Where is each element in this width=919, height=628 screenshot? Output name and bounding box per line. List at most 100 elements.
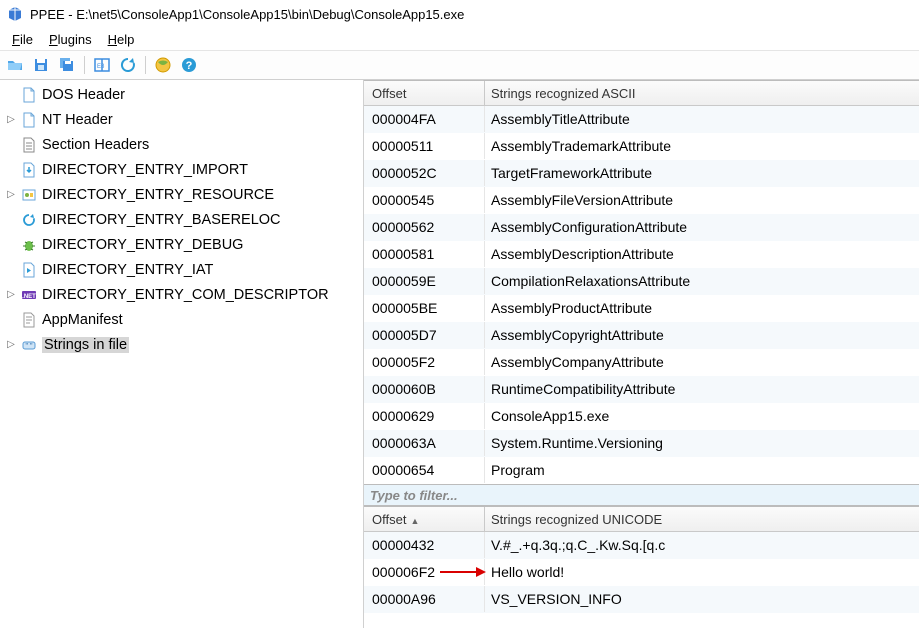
- tree-item-directory-entry-import[interactable]: ▷DIRECTORY_ENTRY_IMPORT: [0, 157, 363, 182]
- tree-item-directory-entry-resource[interactable]: ▷ DIRECTORY_ENTRY_RESOURCE: [0, 182, 363, 207]
- cell-offset: 00000562: [364, 219, 484, 235]
- cell-string: AssemblyCopyrightAttribute: [485, 327, 919, 343]
- table-row[interactable]: 000005D7AssemblyCopyrightAttribute: [364, 322, 919, 349]
- table-row[interactable]: 0000052CTargetFrameworkAttribute: [364, 160, 919, 187]
- menu-file[interactable]: File: [4, 30, 41, 49]
- table-row[interactable]: 000005F2AssemblyCompanyAttribute: [364, 349, 919, 376]
- menu-plugins[interactable]: Plugins: [41, 30, 100, 49]
- svg-text:E8: E8: [97, 64, 105, 70]
- svg-text:?: ?: [186, 60, 193, 72]
- save-icon[interactable]: [30, 54, 52, 76]
- right-pane: Offset Strings recognized ASCII 000004FA…: [364, 80, 919, 628]
- help-icon[interactable]: ?: [178, 54, 200, 76]
- table-row[interactable]: 000006F2Hello world!: [364, 559, 919, 586]
- tree-item-label: DIRECTORY_ENTRY_IMPORT: [42, 162, 248, 178]
- cell-offset: 00000654: [364, 462, 484, 478]
- expand-icon[interactable]: ▷: [4, 338, 18, 352]
- unicode-header-offset[interactable]: Offset▲: [364, 512, 484, 527]
- resource-icon: [20, 186, 38, 204]
- cell-string: VS_VERSION_INFO: [485, 591, 919, 607]
- tree-item-label: DIRECTORY_ENTRY_DEBUG: [42, 237, 243, 253]
- cell-string: AssemblyProductAttribute: [485, 300, 919, 316]
- table-row[interactable]: 00000432V.#_.+q.3q.;q.C_.Kw.Sq.[q.c: [364, 532, 919, 559]
- tree-item-dos-header[interactable]: ▷DOS Header: [0, 82, 363, 107]
- tree-item-section-headers[interactable]: ▷Section Headers: [0, 132, 363, 157]
- cell-string: RuntimeCompatibilityAttribute: [485, 381, 919, 397]
- save-all-icon[interactable]: [56, 54, 78, 76]
- expand-icon[interactable]: ▷: [4, 288, 18, 302]
- table-row[interactable]: 000004FAAssemblyTitleAttribute: [364, 106, 919, 133]
- table-row[interactable]: 0000060BRuntimeCompatibilityAttribute: [364, 376, 919, 403]
- cell-string: AssemblyTrademarkAttribute: [485, 138, 919, 154]
- table-row[interactable]: 00000654Program: [364, 457, 919, 484]
- folder-open-icon[interactable]: [4, 54, 26, 76]
- world-icon[interactable]: [152, 54, 174, 76]
- cell-offset: 00000A96: [364, 591, 484, 607]
- table-row[interactable]: 0000063ASystem.Runtime.Versioning: [364, 430, 919, 457]
- table-row[interactable]: 0000059ECompilationRelaxationsAttribute: [364, 268, 919, 295]
- cell-string: Program: [485, 462, 919, 478]
- svg-text:" ": " ": [26, 343, 33, 350]
- menu-help[interactable]: Help: [100, 30, 143, 49]
- tree-item-directory-entry-com-descriptor[interactable]: ▷.NETDIRECTORY_ENTRY_COM_DESCRIPTOR: [0, 282, 363, 307]
- cell-offset: 000005F2: [364, 354, 484, 370]
- cell-offset: 0000052C: [364, 165, 484, 181]
- toolbar-separator: [84, 56, 85, 74]
- app-icon: [6, 5, 24, 23]
- cell-string: Hello world!: [485, 564, 919, 580]
- table-row[interactable]: 00000581AssemblyDescriptionAttribute: [364, 241, 919, 268]
- table-row[interactable]: 00000A96VS_VERSION_INFO: [364, 586, 919, 613]
- expand-icon[interactable]: ▷: [4, 188, 18, 202]
- cell-string: AssemblyConfigurationAttribute: [485, 219, 919, 235]
- tree-item-directory-entry-debug[interactable]: ▷DIRECTORY_ENTRY_DEBUG: [0, 232, 363, 257]
- cell-offset: 000005BE: [364, 300, 484, 316]
- table-row[interactable]: 00000511AssemblyTrademarkAttribute: [364, 133, 919, 160]
- cell-offset: 000006F2: [364, 564, 484, 580]
- cell-string: AssemblyTitleAttribute: [485, 111, 919, 127]
- tree-item-directory-entry-iat[interactable]: ▷DIRECTORY_ENTRY_IAT: [0, 257, 363, 282]
- ascii-strings-table[interactable]: Offset Strings recognized ASCII 000004FA…: [364, 80, 919, 484]
- tree-item-strings-in-file[interactable]: ▷" "Strings in file: [0, 332, 363, 357]
- tree-item-directory-entry-basereloc[interactable]: ▷DIRECTORY_ENTRY_BASERELOC: [0, 207, 363, 232]
- manifest-icon: [20, 311, 38, 329]
- tree-pane[interactable]: ▷DOS Header▷NT Header▷Section Headers▷DI…: [0, 80, 364, 628]
- tree-item-label: DIRECTORY_ENTRY_RESOURCE: [42, 187, 274, 203]
- cell-string: AssemblyFileVersionAttribute: [485, 192, 919, 208]
- cell-offset: 000004FA: [364, 111, 484, 127]
- unicode-table-header[interactable]: Offset▲ Strings recognized UNICODE: [364, 507, 919, 532]
- tree-item-label: AppManifest: [42, 312, 123, 328]
- svg-text:.NET: .NET: [22, 294, 36, 300]
- ascii-header-string[interactable]: Strings recognized ASCII: [485, 86, 919, 101]
- cell-string: System.Runtime.Versioning: [485, 435, 919, 451]
- refresh-icon[interactable]: [117, 54, 139, 76]
- filter-input[interactable]: Type to filter...: [364, 484, 919, 506]
- menu-file-label: ile: [20, 32, 33, 47]
- panel-icon[interactable]: E8: [91, 54, 113, 76]
- window-titlebar: PPEE - E:\net5\ConsoleApp1\ConsoleApp15\…: [0, 0, 919, 28]
- file-icon: [20, 86, 38, 104]
- cell-offset: 0000060B: [364, 381, 484, 397]
- list-icon: [20, 136, 38, 154]
- strings-icon: " ": [20, 336, 38, 354]
- table-row[interactable]: 00000545AssemblyFileVersionAttribute: [364, 187, 919, 214]
- cell-string: AssemblyDescriptionAttribute: [485, 246, 919, 262]
- cell-string: CompilationRelaxationsAttribute: [485, 273, 919, 289]
- import-icon: [20, 161, 38, 179]
- expand-icon[interactable]: ▷: [4, 113, 18, 127]
- tree-item-label: DIRECTORY_ENTRY_IAT: [42, 262, 213, 278]
- unicode-strings-table[interactable]: Offset▲ Strings recognized UNICODE 00000…: [364, 506, 919, 613]
- ascii-header-offset[interactable]: Offset: [364, 86, 484, 101]
- cell-string: ConsoleApp15.exe: [485, 408, 919, 424]
- cell-offset: 00000629: [364, 408, 484, 424]
- tree-item-appmanifest[interactable]: ▷AppManifest: [0, 307, 363, 332]
- table-row[interactable]: 00000629ConsoleApp15.exe: [364, 403, 919, 430]
- cell-string: V.#_.+q.3q.;q.C_.Kw.Sq.[q.c: [485, 537, 919, 553]
- cell-offset: 000005D7: [364, 327, 484, 343]
- ascii-table-header[interactable]: Offset Strings recognized ASCII: [364, 81, 919, 106]
- tree-item-label: DOS Header: [42, 87, 125, 103]
- tree-item-nt-header[interactable]: ▷NT Header: [0, 107, 363, 132]
- table-row[interactable]: 00000562AssemblyConfigurationAttribute: [364, 214, 919, 241]
- content-area: ▷DOS Header▷NT Header▷Section Headers▷DI…: [0, 80, 919, 628]
- table-row[interactable]: 000005BEAssemblyProductAttribute: [364, 295, 919, 322]
- unicode-header-string[interactable]: Strings recognized UNICODE: [485, 512, 919, 527]
